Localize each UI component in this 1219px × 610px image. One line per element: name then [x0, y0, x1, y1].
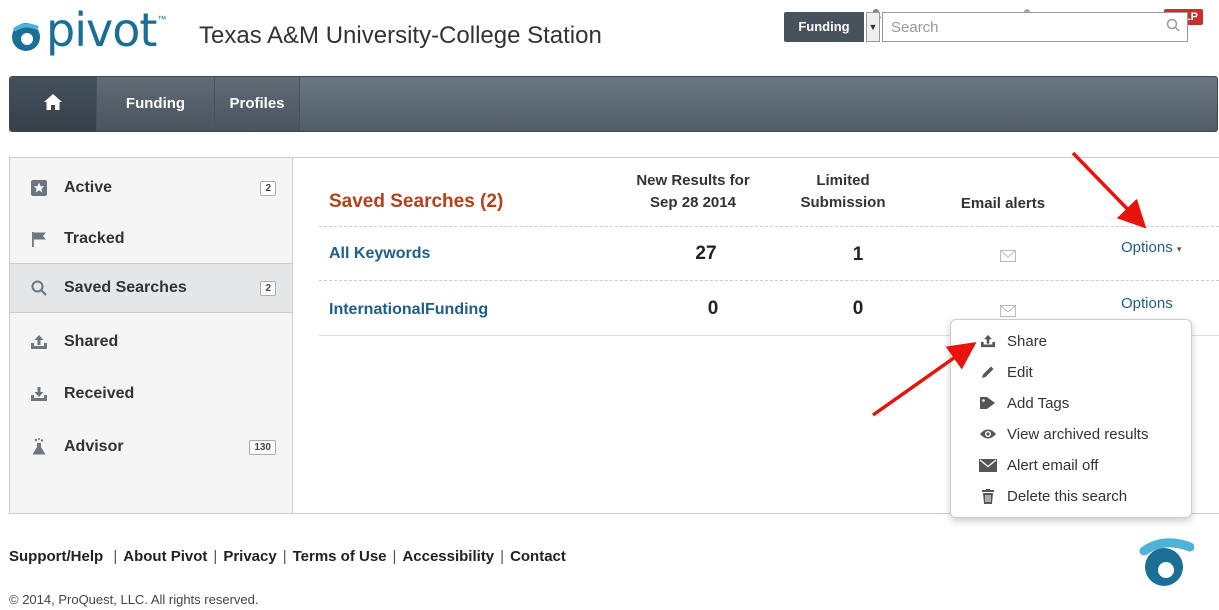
new-results-count[interactable]: 0	[683, 298, 743, 320]
nav-funding[interactable]: Funding	[96, 77, 214, 131]
menu-item-alert-email-off[interactable]: Alert email off	[951, 450, 1191, 480]
sidebar-item-tracked[interactable]: Tracked	[10, 214, 292, 264]
menu-item-view-archived[interactable]: View archived results	[951, 419, 1191, 449]
count-badge: 2	[260, 180, 276, 196]
sidebar-item-label: Advisor	[64, 438, 124, 455]
menu-item-label: Alert email off	[1007, 456, 1099, 474]
sidebar-item-label: Active	[64, 179, 113, 196]
trash-icon	[978, 488, 998, 504]
limited-submission-count: 1	[852, 244, 864, 265]
menu-item-label: View archived results	[1007, 425, 1149, 443]
search-category-select[interactable]: Funding	[784, 12, 864, 42]
row-divider	[319, 226, 1219, 227]
search-category-dropdown[interactable]: ▼	[866, 12, 880, 42]
chevron-down-icon: ▾	[1176, 244, 1182, 254]
home-icon	[43, 93, 63, 116]
footer-separator: |	[500, 548, 505, 565]
page-title: Saved Searches (2)	[329, 191, 504, 212]
sidebar-item-label: Saved Searches	[64, 279, 187, 296]
pencil-icon	[978, 364, 998, 380]
menu-item-edit[interactable]: Edit	[951, 357, 1191, 387]
envelope-icon	[978, 457, 998, 473]
footer-links: Support/Help | About Pivot | Privacy | T…	[9, 548, 566, 565]
search-icon	[30, 279, 48, 297]
logo-trademark: ™	[157, 14, 167, 24]
sidebar-item-saved-searches[interactable]: Saved Searches 2	[10, 263, 292, 313]
sidebar-item-active[interactable]: Active 2	[10, 163, 292, 213]
share-icon	[30, 333, 48, 351]
column-header-line: Submission	[800, 194, 886, 211]
star-icon	[30, 179, 48, 197]
column-header-limited-submission: Limited Submission	[783, 170, 903, 214]
row-divider	[319, 280, 1219, 281]
menu-item-label: Share	[1007, 332, 1048, 350]
pivot-logo-icon	[1138, 537, 1195, 592]
eye-icon	[978, 426, 998, 442]
column-header-line: Limited	[816, 172, 870, 189]
home-button[interactable]	[10, 77, 96, 131]
sidebar: Active 2 Tracked Saved Searches 2 Shared…	[9, 157, 293, 514]
sidebar-item-shared[interactable]: Shared	[10, 317, 292, 367]
menu-item-label: Add Tags	[1007, 394, 1070, 412]
count-badge: 2	[260, 280, 276, 296]
footer-link-support[interactable]: Support/Help	[9, 548, 103, 565]
tag-icon	[978, 395, 998, 411]
search-input[interactable]	[882, 12, 1188, 42]
limited-submission-count: 0	[852, 298, 864, 319]
menu-item-label: Delete this search	[1007, 487, 1128, 505]
footer-separator: |	[282, 548, 287, 565]
column-header-new-results: New Results for Sep 28 2014	[623, 170, 763, 214]
footer-link-contact[interactable]: Contact	[510, 548, 566, 565]
saved-search-name-link[interactable]: All Keywords	[329, 245, 430, 263]
footer-separator: |	[392, 548, 397, 565]
footer-link-accessibility[interactable]: Accessibility	[402, 548, 494, 565]
sidebar-item-label: Shared	[64, 333, 119, 350]
column-header-line: Sep 28 2014	[650, 194, 736, 211]
pivot-logo[interactable]: pivot ™	[10, 3, 167, 57]
footer-link-terms[interactable]: Terms of Use	[293, 548, 387, 565]
options-dropdown-button[interactable]: Options	[1121, 295, 1173, 312]
new-results-count[interactable]: 27	[676, 243, 736, 265]
menu-item-add-tags[interactable]: Add Tags	[951, 388, 1191, 418]
count-badge: 130	[249, 439, 276, 455]
footer-link-privacy[interactable]: Privacy	[223, 548, 276, 565]
sidebar-item-received[interactable]: Received	[10, 369, 292, 419]
institution-name: Texas A&M University-College Station	[199, 22, 602, 49]
copyright-text: © 2014, ProQuest, LLC. All rights reserv…	[9, 592, 259, 607]
flag-icon	[30, 230, 48, 248]
column-header-line: New Results for	[636, 172, 750, 189]
pivot-logo-icon	[10, 20, 42, 52]
menu-item-share[interactable]: Share	[951, 326, 1191, 356]
envelope-icon[interactable]	[1000, 249, 1016, 267]
advisor-icon	[30, 438, 48, 456]
sidebar-item-label: Received	[64, 385, 135, 402]
search-icon[interactable]	[1166, 18, 1180, 37]
inbox-icon	[30, 385, 48, 403]
sidebar-item-label: Tracked	[64, 230, 125, 247]
footer-separator: |	[109, 548, 118, 565]
footer-link-about[interactable]: About Pivot	[123, 548, 207, 565]
options-menu: Share Edit Add Tags View archived result…	[950, 319, 1192, 518]
share-icon	[978, 333, 998, 349]
logo-wordmark: pivot	[46, 3, 157, 57]
options-dropdown-button[interactable]: Options ▾	[1121, 239, 1181, 256]
menu-item-label: Edit	[1007, 363, 1033, 381]
footer-separator: |	[213, 548, 218, 565]
main-navbar: Funding Profiles	[9, 76, 1218, 132]
options-label: Options	[1121, 239, 1173, 256]
saved-search-name-link[interactable]: InternationalFunding	[329, 301, 488, 319]
menu-item-delete-search[interactable]: Delete this search	[951, 481, 1191, 511]
chevron-down-icon: ▼	[868, 22, 878, 32]
column-header-email-alerts: Email alerts	[960, 195, 1046, 212]
sidebar-item-advisor[interactable]: Advisor 130	[10, 422, 292, 472]
nav-profiles[interactable]: Profiles	[214, 77, 300, 131]
